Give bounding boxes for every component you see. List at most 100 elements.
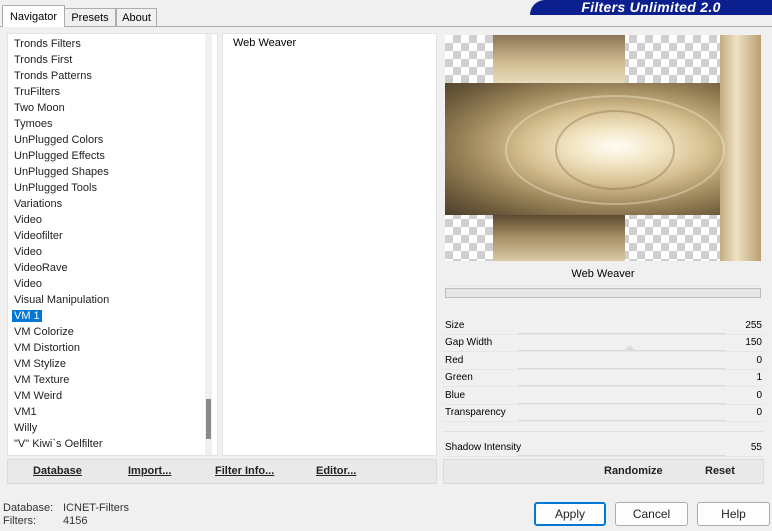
slider-track[interactable] — [518, 350, 726, 351]
category-item[interactable]: VM Texture — [8, 372, 217, 388]
randomize-button[interactable]: Randomize — [604, 465, 663, 477]
category-item[interactable]: Video — [8, 244, 217, 260]
category-item[interactable]: Two Moon — [8, 100, 217, 116]
param-transparency[interactable]: Transparency 0 — [443, 405, 764, 422]
filter-item-web-weaver[interactable]: Web Weaver — [223, 34, 436, 50]
category-item[interactable]: Willy — [8, 420, 217, 436]
category-item[interactable]: VM Colorize — [8, 324, 217, 340]
status-filters-label: Filters: — [3, 515, 36, 527]
help-button[interactable]: Help — [697, 502, 770, 526]
category-label: UnPlugged Tools — [14, 182, 97, 194]
param-value: 1 — [756, 372, 762, 383]
filter-list[interactable]: Web Weaver — [222, 33, 437, 456]
category-label: Video — [14, 214, 42, 226]
category-item[interactable]: Videofilter — [8, 228, 217, 244]
param-value: 0 — [756, 355, 762, 366]
editor-button[interactable]: Editor... — [316, 465, 356, 477]
preview-image — [445, 35, 761, 261]
preview-tile-right — [720, 35, 761, 261]
param-value: 0 — [756, 407, 762, 418]
preview-tile-top — [493, 35, 625, 83]
param-value: 0 — [756, 390, 762, 401]
category-label: Tronds Filters — [14, 38, 81, 50]
category-item[interactable]: Tymoes — [8, 116, 217, 132]
category-label: VideoRave — [14, 262, 68, 274]
tab-about[interactable]: About — [116, 8, 157, 26]
tab-presets[interactable]: Presets — [64, 8, 116, 26]
category-item[interactable]: Tronds First — [8, 52, 217, 68]
cancel-button[interactable]: Cancel — [615, 502, 688, 526]
param-name: Shadow Intensity — [445, 442, 522, 453]
param-name: Size — [445, 320, 465, 331]
import-button[interactable]: Import... — [128, 465, 171, 477]
preview-swirl-inner — [555, 110, 675, 190]
category-item[interactable]: VM Weird — [8, 388, 217, 404]
category-scrollbar[interactable] — [205, 34, 212, 455]
param-gap-width[interactable]: Gap Width 150 — [443, 335, 764, 352]
param-name: Transparency — [445, 407, 506, 418]
tab-bar: Navigator Presets About Filters Unlimite… — [0, 0, 772, 27]
database-button[interactable]: Database — [33, 465, 82, 477]
status-database-value: ICNET-Filters — [63, 502, 129, 514]
category-item[interactable]: UnPlugged Colors — [8, 132, 217, 148]
category-label: UnPlugged Colors — [14, 134, 104, 146]
category-item[interactable]: Tronds Patterns — [8, 68, 217, 84]
category-item[interactable]: UnPlugged Shapes — [8, 164, 217, 180]
category-item[interactable]: VM 1 — [8, 308, 217, 324]
category-item[interactable]: "V" Kiwi`s Oelfilter — [8, 436, 217, 452]
param-value: 150 — [745, 337, 762, 348]
tab-navigator[interactable]: Navigator — [2, 5, 65, 27]
param-size[interactable]: Size 255 — [443, 318, 764, 335]
slider-track[interactable] — [518, 333, 726, 334]
category-list[interactable]: Tronds Filters Tronds First Tronds Pattern… — [7, 33, 218, 456]
category-item[interactable]: Variations — [8, 196, 217, 212]
param-name: Blue — [445, 390, 466, 401]
category-label: VM Stylize — [14, 358, 66, 370]
brand-banner: Filters Unlimited 2.0 — [530, 0, 772, 15]
parameter-toolbar: Randomize Reset — [443, 459, 764, 484]
category-item[interactable]: Tronds Filters — [8, 36, 217, 52]
preview-tile-bottom — [493, 215, 625, 261]
category-label: VM Colorize — [14, 326, 74, 338]
category-items: Tronds Filters Tronds First Tronds Pattern… — [8, 34, 217, 452]
category-item[interactable]: VideoRave — [8, 260, 217, 276]
category-item[interactable]: Video — [8, 276, 217, 292]
slider-track[interactable] — [518, 403, 726, 404]
param-red[interactable]: Red 0 — [443, 353, 764, 370]
scrollbar-thumb[interactable] — [206, 399, 211, 439]
category-label: Tymoes — [14, 118, 53, 130]
status-filters-value: 4156 — [63, 515, 88, 527]
status-filters: Filters: 4156 — [3, 515, 87, 527]
slider-track[interactable] — [518, 420, 726, 421]
reset-button[interactable]: Reset — [705, 465, 735, 477]
category-label: Videofilter — [14, 230, 63, 242]
progress-bar — [445, 288, 761, 298]
navigator-toolbar: Database Import... Filter Info... Editor… — [7, 459, 437, 484]
category-item[interactable]: VM1 — [8, 404, 217, 420]
filter-info-button[interactable]: Filter Info... — [215, 465, 274, 477]
category-item[interactable]: Video — [8, 212, 217, 228]
category-label: Video — [14, 278, 42, 290]
category-item[interactable]: VM Stylize — [8, 356, 217, 372]
param-blue[interactable]: Blue 0 — [443, 388, 764, 405]
apply-button[interactable]: Apply — [534, 502, 606, 526]
category-label: Tronds First — [14, 54, 73, 66]
category-item[interactable]: VM Distortion — [8, 340, 217, 356]
status-database: Database: ICNET-Filters — [3, 502, 129, 514]
category-label: Visual Manipulation — [14, 294, 110, 306]
slider-track[interactable] — [518, 368, 726, 369]
category-item[interactable]: Visual Manipulation — [8, 292, 217, 308]
slider-track[interactable] — [518, 455, 726, 456]
param-shadow-intensity[interactable]: Shadow Intensity 55 — [443, 440, 764, 457]
category-label: VM1 — [14, 406, 37, 418]
category-item[interactable]: TruFilters — [8, 84, 217, 100]
category-item[interactable]: UnPlugged Effects — [8, 148, 217, 164]
category-label: UnPlugged Effects — [14, 150, 105, 162]
slider-track[interactable] — [518, 385, 726, 386]
param-green[interactable]: Green 1 — [443, 370, 764, 387]
category-label: Variations — [14, 198, 63, 210]
param-name: Red — [445, 355, 464, 366]
slider-thumb[interactable] — [624, 345, 636, 351]
category-label: UnPlugged Shapes — [14, 166, 109, 178]
category-item[interactable]: UnPlugged Tools — [8, 180, 217, 196]
